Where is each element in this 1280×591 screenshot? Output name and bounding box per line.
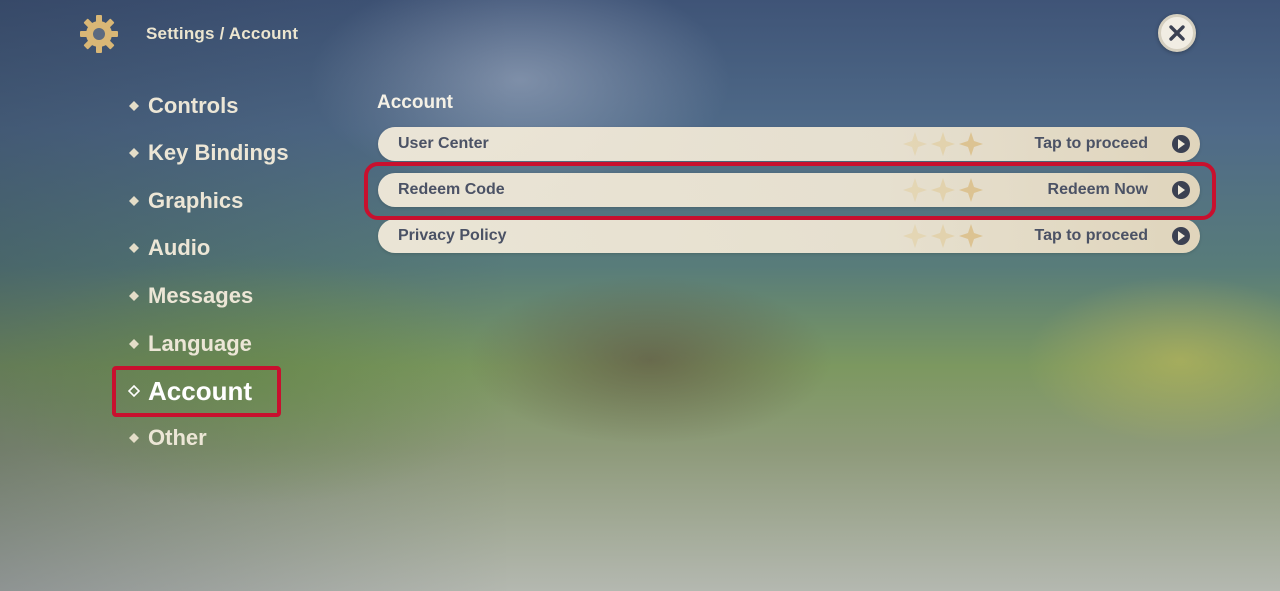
sidebar-item-key-bindings[interactable]: Key Bindings (128, 133, 289, 173)
sidebar-item-audio[interactable]: Audio (128, 228, 210, 268)
row-user-center[interactable]: User Center Tap to proceed (378, 127, 1200, 161)
sidebar-item-language[interactable]: Language (128, 324, 252, 364)
row-action-text: Tap to proceed (1034, 135, 1149, 152)
sidebar-item-label: Language (148, 331, 252, 356)
diamond-bullet-icon (128, 339, 140, 349)
sidebar-item-label: Audio (148, 235, 211, 260)
section-title: Account (377, 92, 453, 113)
row-privacy-policy[interactable]: Privacy Policy Tap to proceed (378, 219, 1200, 253)
diamond-bullet-icon (128, 433, 140, 443)
close-button[interactable] (1158, 14, 1196, 52)
arrow-right-icon (1172, 135, 1190, 153)
sidebar-item-label: Messages (148, 283, 254, 308)
sparkle-icon (903, 132, 983, 156)
close-icon (1169, 25, 1185, 41)
sidebar-item-account[interactable]: Account (128, 371, 252, 411)
diamond-bullet-icon (128, 291, 140, 301)
gear-icon (80, 15, 118, 53)
sidebar-item-graphics[interactable]: Graphics (128, 181, 243, 221)
row-label: User Center (398, 135, 489, 152)
arrow-right-icon (1172, 227, 1190, 245)
sidebar-item-label: Key Bindings (148, 140, 289, 165)
sidebar-item-label: Account (148, 375, 252, 406)
row-label: Redeem Code (398, 181, 505, 198)
breadcrumb: Settings / Account (146, 24, 299, 43)
sidebar-item-controls[interactable]: Controls (128, 86, 238, 126)
sidebar-item-label: Graphics (148, 188, 244, 213)
row-action-text: Redeem Now (1047, 181, 1148, 198)
header: Settings / Account (78, 14, 298, 54)
row-label: Privacy Policy (398, 227, 507, 244)
diamond-outline-icon (128, 385, 140, 397)
diamond-bullet-icon (128, 196, 140, 206)
diamond-bullet-icon (128, 101, 140, 111)
sparkle-icon (903, 224, 983, 248)
sidebar-item-label: Controls (148, 93, 239, 118)
sidebar-item-messages[interactable]: Messages (128, 276, 253, 316)
sidebar-item-label: Other (148, 425, 207, 450)
arrow-right-icon (1172, 181, 1190, 199)
diamond-bullet-icon (128, 243, 140, 253)
row-action-text: Tap to proceed (1034, 227, 1149, 244)
sparkle-icon (903, 178, 983, 202)
sidebar-item-other[interactable]: Other (128, 418, 207, 458)
row-redeem-code[interactable]: Redeem Code Redeem Now (378, 173, 1200, 207)
diamond-bullet-icon (128, 148, 140, 158)
